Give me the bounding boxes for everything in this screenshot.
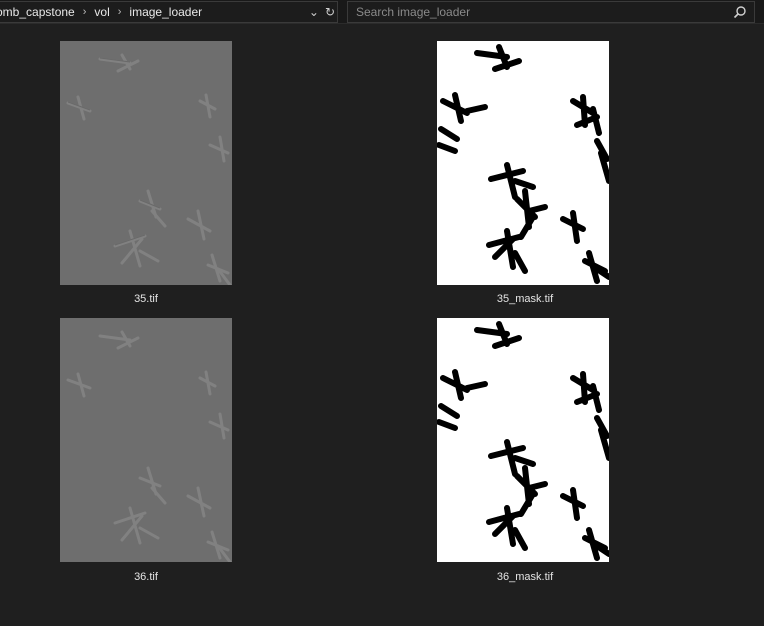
search-icon[interactable]: [732, 4, 748, 20]
refresh-icon[interactable]: ↻: [325, 5, 335, 19]
breadcrumb-item-vol[interactable]: vol: [88, 5, 115, 19]
thumbnail-36-tif[interactable]: [60, 318, 232, 562]
thumbnail-35-mask-tif[interactable]: [437, 41, 609, 285]
breadcrumb[interactable]: omb_capstone › vol › image_loader ⌄ ↻: [0, 1, 338, 23]
file-name-35-mask: 35_mask.tif: [496, 293, 554, 305]
address-toolbar: omb_capstone › vol › image_loader ⌄ ↻: [0, 0, 764, 24]
chevron-down-icon[interactable]: ⌄: [309, 5, 319, 19]
chevron-right-icon: ›: [82, 6, 87, 18]
breadcrumb-item-image-loader[interactable]: image_loader: [123, 5, 208, 19]
thumbnail-36-mask-tif[interactable]: [437, 318, 609, 562]
thumbnail-35-tif[interactable]: [60, 41, 232, 285]
search-box[interactable]: [347, 1, 755, 23]
file-name-36-mask: 36_mask.tif: [496, 571, 554, 583]
file-name-36: 36.tif: [134, 571, 158, 583]
breadcrumb-item-omb-capstone[interactable]: omb_capstone: [0, 5, 81, 19]
chevron-right-icon: ›: [117, 6, 122, 18]
search-input[interactable]: [348, 2, 728, 22]
file-name-35: 35.tif: [134, 293, 158, 305]
